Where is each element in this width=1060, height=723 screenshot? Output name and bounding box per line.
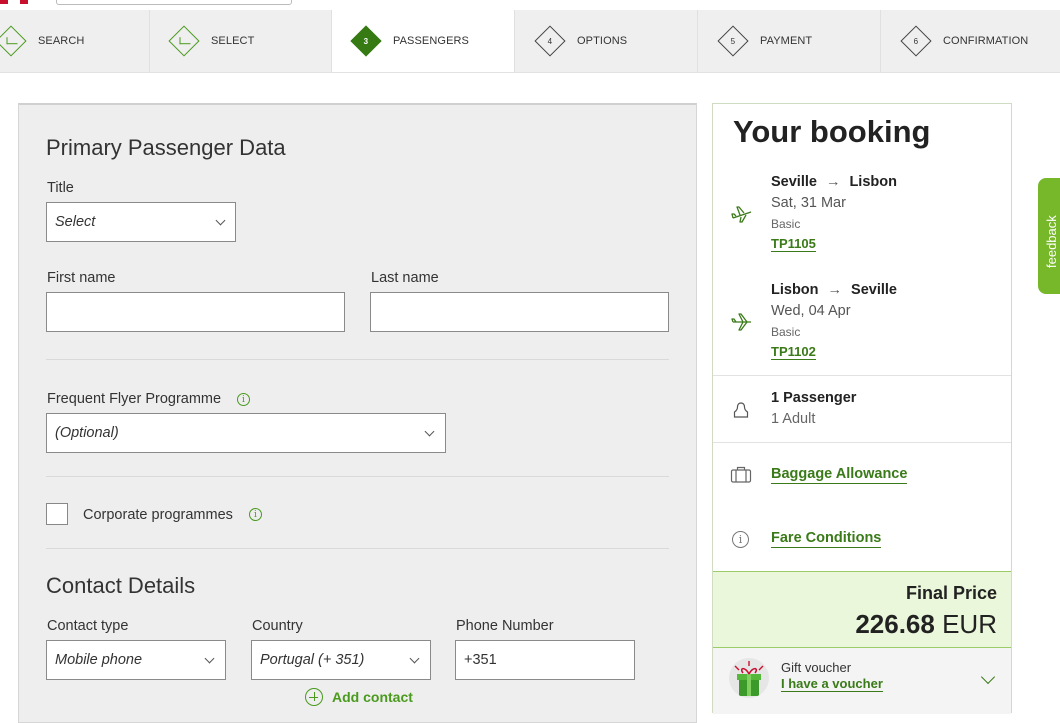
top-header-fragment xyxy=(0,0,1060,10)
origin-city: Seville xyxy=(771,174,817,190)
final-price-label: Final Price xyxy=(905,583,997,603)
plus-circle-icon xyxy=(305,688,323,706)
divider xyxy=(46,359,669,360)
checkmark-icon xyxy=(168,25,200,57)
step-options[interactable]: 4 OPTIONS xyxy=(515,10,698,72)
primary-passenger-heading: Primary Passenger Data xyxy=(46,135,286,160)
info-icon: i xyxy=(732,531,749,548)
first-name-input[interactable] xyxy=(46,292,345,332)
booking-title: Your booking xyxy=(733,114,931,149)
step-number-badge: 4 xyxy=(534,25,566,57)
phone-number-label: Phone Number xyxy=(456,618,554,634)
passenger-breakdown: 1 Adult xyxy=(771,411,816,427)
chevron-down-icon xyxy=(409,653,420,664)
step-label: PASSENGERS xyxy=(393,35,469,47)
fare-class: Basic xyxy=(771,325,801,339)
first-name-label: First name xyxy=(47,270,116,286)
plane-landing-icon xyxy=(731,313,751,331)
price-amount: 226.68 xyxy=(855,609,935,639)
chevron-down-icon xyxy=(204,653,215,664)
origin-city: Lisbon xyxy=(771,282,819,298)
divider xyxy=(713,375,1011,376)
destination-city: Seville xyxy=(851,282,897,298)
plane-takeoff-icon xyxy=(731,206,752,223)
price-currency: EUR xyxy=(942,609,997,639)
country-label: Country xyxy=(252,618,303,634)
feedback-tab[interactable]: feedback xyxy=(1038,178,1060,294)
step-label: PAYMENT xyxy=(760,35,813,47)
step-label: OPTIONS xyxy=(577,35,628,47)
contact-details-heading: Contact Details xyxy=(46,573,196,598)
step-label: CONFIRMATION xyxy=(943,35,1029,47)
passenger-count: 1 Passenger xyxy=(771,390,857,406)
chevron-down-icon xyxy=(215,215,226,226)
flight-number-link[interactable]: TP1102 xyxy=(771,344,816,360)
step-label: SEARCH xyxy=(38,35,85,47)
divider xyxy=(46,548,669,549)
gift-voucher-icon xyxy=(729,658,769,698)
passenger-icon xyxy=(733,402,749,418)
suitcase-icon xyxy=(730,466,752,483)
step-number-badge: 5 xyxy=(717,25,749,57)
title-select[interactable]: Select xyxy=(46,202,236,242)
divider xyxy=(46,476,669,477)
flight-date: Sat, 31 Mar xyxy=(771,195,846,211)
step-passengers[interactable]: 3 PASSENGERS xyxy=(332,10,515,72)
final-price-box: Final Price 226.68 EUR xyxy=(713,571,1011,648)
passenger-form-panel: Primary Passenger Data Title Select Firs… xyxy=(18,103,697,723)
corporate-checkbox[interactable] xyxy=(46,503,68,525)
contact-type-select[interactable]: Mobile phone xyxy=(46,640,226,680)
phone-number-input[interactable]: +351 xyxy=(455,640,635,680)
step-number-badge: 3 xyxy=(350,25,382,57)
last-name-label: Last name xyxy=(371,270,439,286)
info-icon[interactable]: i xyxy=(237,393,250,406)
info-icon[interactable]: i xyxy=(249,508,262,521)
ffp-label: Frequent Flyer Programme xyxy=(47,391,222,407)
checkmark-icon xyxy=(0,25,27,57)
logo-fragment xyxy=(0,0,8,4)
gift-voucher-section[interactable]: Gift voucher I have a voucher xyxy=(713,648,1011,714)
final-price-value: 226.68 EUR xyxy=(855,609,997,640)
have-voucher-link[interactable]: I have a voucher xyxy=(781,676,883,692)
corporate-label: Corporate programmes xyxy=(83,507,233,523)
baggage-allowance-link[interactable]: Baggage Allowance xyxy=(771,466,908,484)
last-name-input[interactable] xyxy=(370,292,669,332)
step-payment[interactable]: 5 PAYMENT xyxy=(698,10,881,72)
add-contact-button[interactable]: Add contact xyxy=(305,688,413,706)
step-label: SELECT xyxy=(211,35,255,47)
booking-summary-panel: Your booking Seville → Lisbon Sat, 31 Ma… xyxy=(712,103,1012,714)
chevron-down-icon[interactable] xyxy=(980,669,996,685)
step-select[interactable]: SELECT xyxy=(150,10,332,72)
step-confirmation[interactable]: 6 CONFIRMATION xyxy=(881,10,1060,72)
flight-date: Wed, 04 Apr xyxy=(771,303,851,319)
ffp-select[interactable]: (Optional) xyxy=(46,413,446,453)
logo-fragment xyxy=(20,0,28,4)
fare-conditions-link[interactable]: Fare Conditions xyxy=(771,530,882,548)
booking-progress-stepper: SEARCH SELECT 3 PASSENGERS 4 OPTIONS 5 P… xyxy=(0,10,1060,73)
header-input-fragment[interactable] xyxy=(56,0,292,5)
contact-type-label: Contact type xyxy=(47,618,129,634)
country-select[interactable]: Portugal (+ 351) xyxy=(251,640,431,680)
feedback-label: feedback xyxy=(1044,215,1059,268)
arrow-right-icon: → xyxy=(827,282,843,298)
flight-number-link[interactable]: TP1105 xyxy=(771,236,816,252)
gift-voucher-title: Gift voucher xyxy=(781,660,852,675)
divider xyxy=(713,442,1011,443)
destination-city: Lisbon xyxy=(849,174,897,190)
fare-class: Basic xyxy=(771,217,801,231)
chevron-down-icon xyxy=(424,426,435,437)
arrow-right-icon: → xyxy=(825,174,841,190)
step-number-badge: 6 xyxy=(900,25,932,57)
title-label: Title xyxy=(47,180,74,196)
step-search[interactable]: SEARCH xyxy=(0,10,150,72)
